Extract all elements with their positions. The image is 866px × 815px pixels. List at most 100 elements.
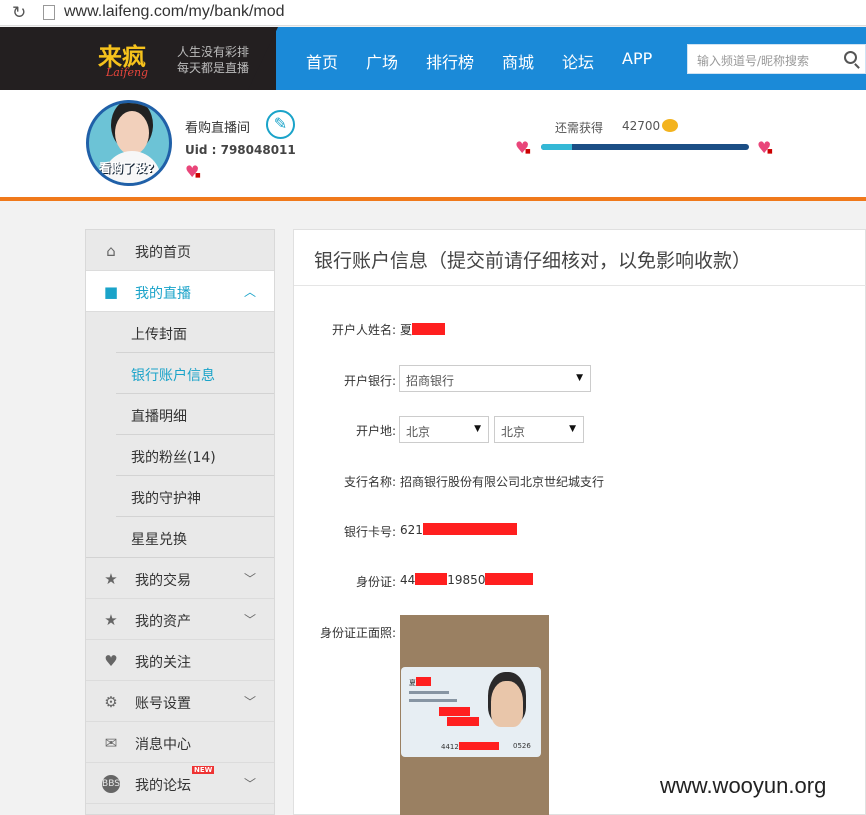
sidebar-item-label: 我的论坛 bbox=[135, 778, 191, 794]
room-name: 看购直播间 bbox=[185, 121, 251, 136]
need-label: 还需获得 bbox=[555, 121, 604, 135]
search-icon[interactable] bbox=[844, 51, 857, 64]
nav-mall[interactable]: 商城 bbox=[502, 49, 534, 73]
need-value: 42700 bbox=[622, 119, 661, 133]
title-divider bbox=[294, 285, 866, 286]
photo-label: 身份证正面照: bbox=[319, 626, 396, 640]
level-progress-fill bbox=[541, 144, 573, 150]
sidebar-sub-label: 星星兑换 bbox=[131, 532, 187, 548]
edit-button[interactable]: ✎ bbox=[266, 110, 295, 139]
dropdown-arrow-icon: ▼ bbox=[576, 373, 583, 383]
sidebar-sub-label: 直播明细 bbox=[131, 409, 187, 425]
id-card-portrait bbox=[491, 681, 523, 727]
id-card-number-text: 4412 bbox=[441, 743, 459, 751]
sidebar-sub-star-exchange[interactable]: 星星兑换 bbox=[86, 517, 274, 558]
slogan-line-2: 每天都是直播 bbox=[177, 61, 250, 75]
redaction-mark bbox=[415, 573, 448, 585]
sidebar-item-label: 我的直播 bbox=[135, 286, 191, 302]
chevron-down-icon: ﹀ bbox=[243, 613, 256, 627]
id-card: 夏 4412 0526 bbox=[401, 667, 541, 757]
name-label: 开户人姓名: bbox=[331, 323, 396, 337]
chevron-down-icon: ﹀ bbox=[243, 695, 256, 709]
sidebar: ⌂ 我的首页 ■ 我的直播 ︿ 上传封面 银行账户信息 直播明细 我的粉丝(14… bbox=[85, 229, 275, 815]
url-text[interactable]: www.laifeng.com/my/bank/mod bbox=[64, 3, 285, 21]
name-value: 夏 bbox=[400, 321, 446, 338]
id-card-text-line bbox=[409, 691, 449, 694]
sidebar-sub-label: 银行账户信息 bbox=[131, 368, 215, 384]
nav-ranking[interactable]: 排行榜 bbox=[426, 49, 474, 73]
sidebar-sub-label: 我的守护神 bbox=[131, 491, 201, 507]
sidebar-sub-live-details[interactable]: 直播明细 bbox=[86, 394, 274, 435]
id-label: 身份证: bbox=[355, 575, 396, 589]
redaction-mark bbox=[485, 573, 534, 585]
sidebar-item-label: 我的交易 bbox=[135, 573, 191, 589]
sidebar-sub-label: 我的粉丝(14) bbox=[131, 450, 216, 466]
laifeng-logo[interactable]: 来疯 Laifeng bbox=[96, 37, 168, 79]
sidebar-item-assets[interactable]: ★ 我的资产 ﹀ bbox=[86, 599, 274, 640]
page-title: 银行账户信息（提交前请仔细核对，以免影响收款） bbox=[314, 250, 752, 272]
sidebar-sub-guardian[interactable]: 我的守护神 bbox=[86, 476, 274, 517]
avatar[interactable]: 看购了没? bbox=[86, 100, 172, 186]
nav-app[interactable]: APP bbox=[622, 49, 652, 68]
bank-select[interactable]: 招商银行 ▼ bbox=[399, 365, 591, 392]
sidebar-sub-label: 上传封面 bbox=[131, 327, 187, 343]
home-icon: ⌂ bbox=[106, 242, 116, 260]
sidebar-sub-upload-cover[interactable]: 上传封面 bbox=[86, 312, 274, 353]
sidebar-item-follow[interactable]: ♥ 我的关注 bbox=[86, 640, 274, 681]
refresh-icon[interactable]: ↻ bbox=[12, 3, 26, 23]
card-value: 621 bbox=[400, 523, 517, 537]
province-select[interactable]: 北京 ▼ bbox=[399, 416, 489, 443]
card-text: 621 bbox=[400, 523, 423, 537]
city-value: 北京 bbox=[501, 425, 526, 439]
sidebar-sub-fans[interactable]: 我的粉丝(14) bbox=[86, 435, 274, 476]
level-progress-bar bbox=[541, 144, 749, 150]
id-card-number: 4412 bbox=[441, 742, 499, 751]
sidebar-item-label: 我的关注 bbox=[135, 655, 191, 671]
nav-square[interactable]: 广场 bbox=[366, 49, 398, 73]
bank-account-panel: 银行账户信息（提交前请仔细核对，以免影响收款） 开户人姓名: 夏 开户银行: 招… bbox=[293, 229, 866, 815]
place-label: 开户地: bbox=[355, 424, 396, 438]
search-input[interactable]: 输入频道号/昵称搜索 bbox=[687, 44, 866, 74]
pencil-icon: ✎ bbox=[273, 114, 288, 133]
sidebar-item-settings[interactable]: ⚙ 账号设置 ﹀ bbox=[86, 681, 274, 722]
level-heart-icon: ♥ ■ bbox=[185, 162, 201, 181]
slogan-line-1: 人生没有彩排 bbox=[177, 45, 250, 59]
sidebar-item-messages[interactable]: ✉ 消息中心 bbox=[86, 722, 274, 763]
profile-band: 看购了没? 看购直播间 ✎ Uid : 798048011 ♥ ■ ♥ ■ 还需获得… bbox=[0, 90, 866, 201]
svg-text:Laifeng: Laifeng bbox=[105, 66, 148, 79]
sidebar-item-label: 消息中心 bbox=[135, 737, 191, 753]
redaction-mark bbox=[458, 742, 499, 750]
id-text-b: 19850 bbox=[447, 573, 486, 587]
branch-label: 支行名称: bbox=[343, 475, 396, 489]
bank-label: 开户银行: bbox=[343, 374, 396, 388]
sidebar-item-home[interactable]: ⌂ 我的首页 bbox=[86, 230, 274, 271]
dropdown-arrow-icon: ▼ bbox=[569, 424, 576, 434]
redaction-mark bbox=[422, 523, 517, 535]
sidebar-item-trade[interactable]: ★ 我的交易 ﹀ bbox=[86, 558, 274, 599]
coin-icon bbox=[662, 119, 678, 132]
id-value: 44 19850 bbox=[400, 573, 534, 587]
uid: Uid : 798048011 bbox=[185, 143, 296, 157]
sidebar-sub-bank-account[interactable]: 银行账户信息 bbox=[86, 353, 274, 394]
nav-home[interactable]: 首页 bbox=[306, 49, 338, 73]
star-icon: ★ bbox=[104, 570, 118, 588]
search-placeholder: 输入频道号/昵称搜索 bbox=[697, 54, 810, 68]
id-card-photo[interactable]: 夏 4412 0526 bbox=[400, 615, 549, 815]
gear-icon: ⚙ bbox=[104, 693, 118, 711]
card-label: 银行卡号: bbox=[343, 525, 396, 539]
new-badge: NEW bbox=[192, 766, 215, 774]
sidebar-item-forum[interactable]: BBS 我的论坛 NEW ﹀ bbox=[86, 763, 274, 804]
next-level-heart-icon: ♥ ■ bbox=[757, 138, 773, 157]
name-text: 夏 bbox=[400, 323, 413, 337]
dropdown-arrow-icon: ▼ bbox=[474, 424, 481, 434]
city-select[interactable]: 北京 ▼ bbox=[494, 416, 584, 443]
chevron-down-icon: ﹀ bbox=[243, 777, 256, 791]
current-level-heart-icon: ♥ ■ bbox=[515, 138, 531, 157]
bank-select-value: 招商银行 bbox=[406, 374, 455, 388]
brand-separator bbox=[248, 27, 278, 90]
sidebar-item-live[interactable]: ■ 我的直播 ︿ bbox=[86, 271, 274, 312]
sidebar-item-label: 账号设置 bbox=[135, 696, 191, 712]
slogan: 人生没有彩排 每天都是直播 bbox=[177, 44, 249, 76]
top-nav: 来疯 Laifeng 人生没有彩排 每天都是直播 首页 广场 排行榜 商城 论坛… bbox=[0, 27, 866, 90]
nav-forum[interactable]: 论坛 bbox=[562, 49, 594, 73]
